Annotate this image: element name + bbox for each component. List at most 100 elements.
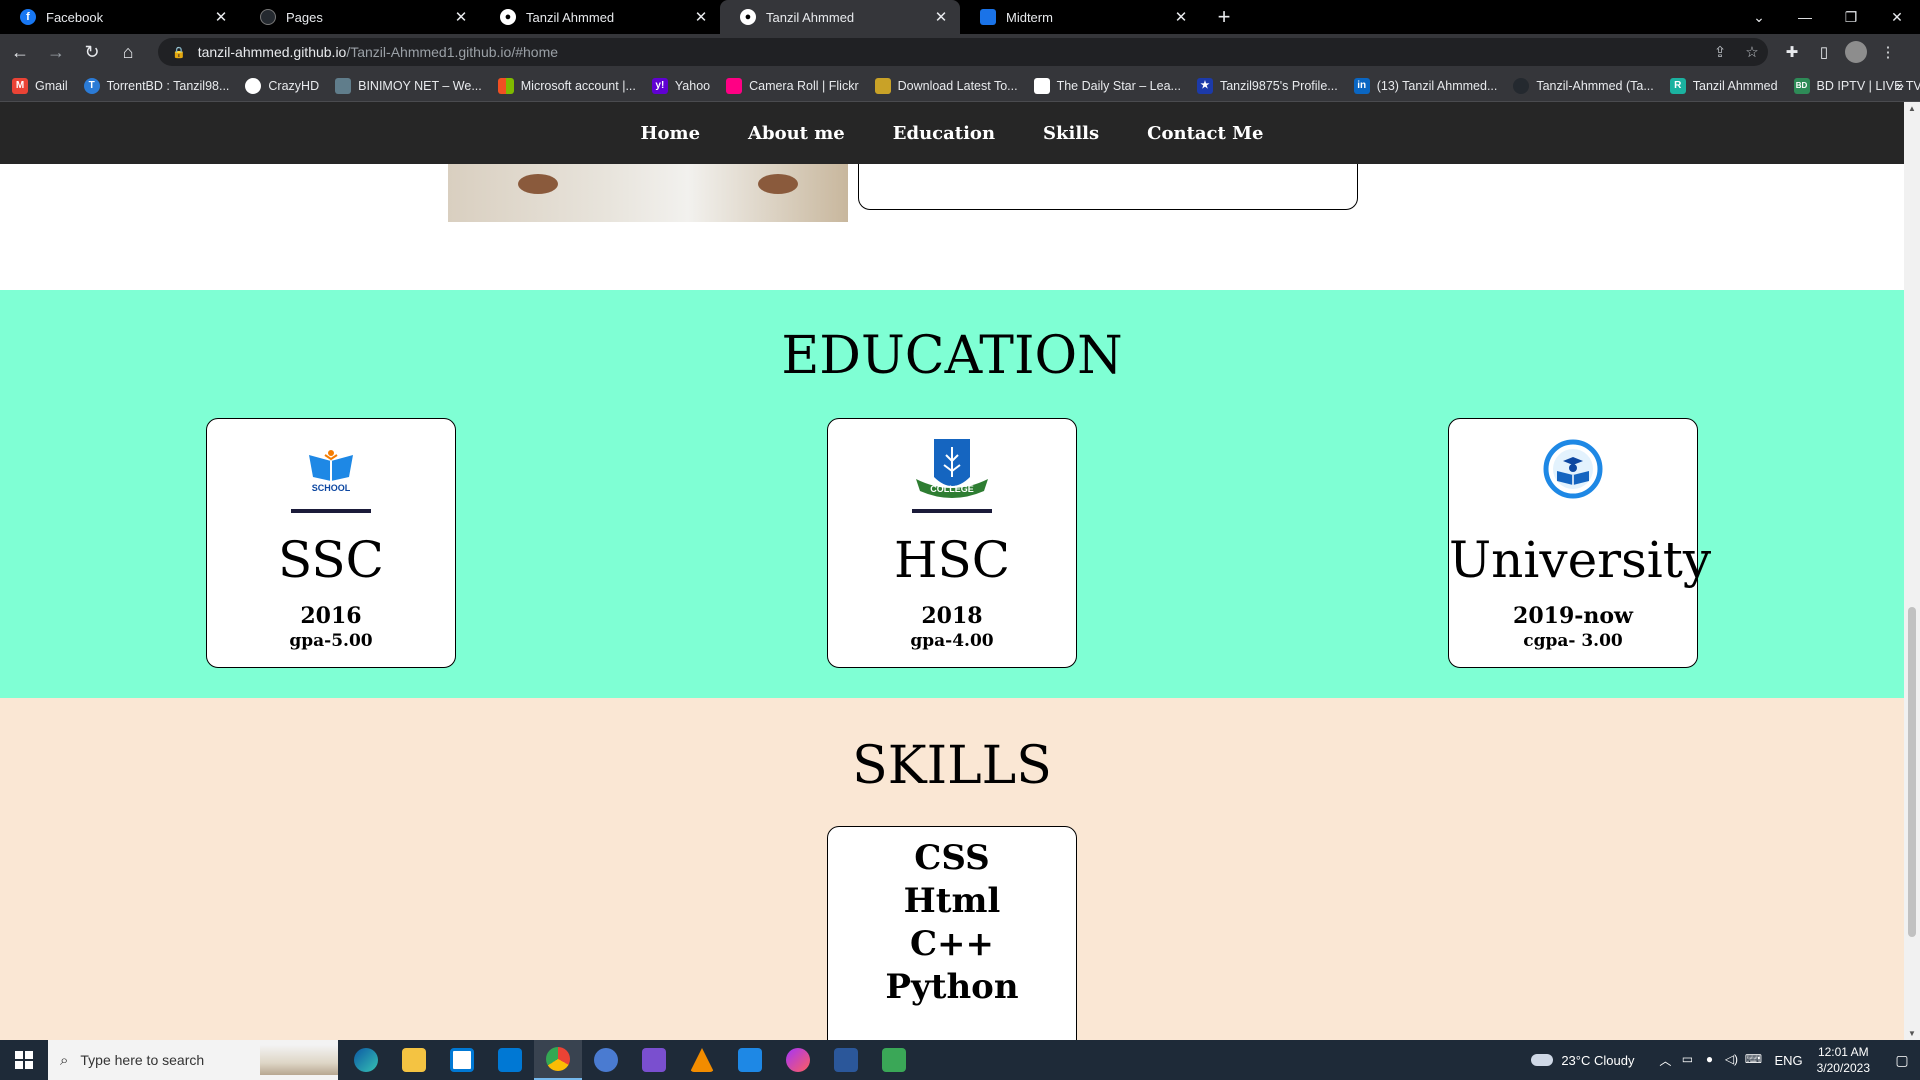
bookmark-star-icon[interactable]: ☆: [1736, 43, 1768, 61]
word-app-icon[interactable]: [822, 1040, 870, 1080]
nav-contact-me[interactable]: Contact Me: [1147, 123, 1263, 144]
bookmark-profile[interactable]: ★ Tanzil9875's Profile...: [1196, 77, 1338, 94]
bookmark-daily-star[interactable]: The Daily Star – Lea...: [1033, 77, 1181, 94]
page-scrollbar[interactable]: ▲ ▼: [1904, 102, 1920, 1040]
home-icon[interactable]: ⌂: [112, 36, 144, 68]
tab-tanzil-ahmmed-1[interactable]: ● Tanzil Ahmmed ✕: [480, 0, 720, 34]
mail-app-icon[interactable]: [486, 1040, 534, 1080]
taskbar-search[interactable]: ⌕ Type here to search: [48, 1040, 338, 1080]
tab-strip: f Facebook ✕ Pages ✕ ● Tanzil Ahmmed ✕ ●…: [0, 0, 1920, 34]
facebook-icon: f: [20, 9, 36, 25]
menu-icon[interactable]: ⋮: [1872, 36, 1904, 68]
bookmark-torrentbd[interactable]: T TorrentBD : Tanzil98...: [83, 77, 230, 94]
screen-app-icon[interactable]: [726, 1040, 774, 1080]
svg-text:COLLEGE: COLLEGE: [930, 484, 974, 494]
bookmark-download[interactable]: Download Latest To...: [874, 77, 1018, 94]
bookmark-gmail[interactable]: M Gmail: [12, 77, 68, 94]
bookmark-flickr[interactable]: Camera Roll | Flickr: [726, 77, 859, 94]
skills-section: SKILLS CSS Html C++ Python: [0, 698, 1904, 1040]
notification-icon[interactable]: ▢: [1884, 1052, 1920, 1069]
network-icon[interactable]: ▭: [1676, 1052, 1698, 1069]
clock[interactable]: 12:01 AM 3/20/2023: [1817, 1044, 1870, 1076]
back-icon[interactable]: ←: [4, 36, 36, 68]
scroll-up-icon[interactable]: ▲: [1904, 104, 1920, 113]
tab-midterm[interactable]: Midterm ✕: [960, 0, 1200, 34]
viewer-app-icon[interactable]: [870, 1040, 918, 1080]
scroll-down-icon[interactable]: ▼: [1904, 1029, 1920, 1038]
skills-card: CSS Html C++ Python: [827, 826, 1077, 1040]
visual-studio-app-icon[interactable]: [630, 1040, 678, 1080]
github-icon: [260, 9, 276, 25]
start-button[interactable]: [0, 1040, 48, 1080]
linkedin-icon: in: [1353, 77, 1370, 94]
edge-app-icon[interactable]: [342, 1040, 390, 1080]
volume-icon[interactable]: ◁): [1720, 1052, 1742, 1069]
school-logo-icon: SCHOOL: [207, 429, 455, 509]
language-indicator[interactable]: ENG: [1774, 1053, 1802, 1068]
bookmark-label: TorrentBD : Tanzil98...: [106, 78, 230, 93]
bookmark-label: Download Latest To...: [897, 78, 1018, 93]
store-app-icon[interactable]: [438, 1040, 486, 1080]
close-window-button[interactable]: ✕: [1874, 0, 1920, 34]
tab-title: Facebook: [46, 9, 104, 25]
tab-search-icon[interactable]: ⌄: [1736, 0, 1782, 34]
education-level: University: [1449, 531, 1712, 589]
minimize-button[interactable]: —: [1782, 0, 1828, 34]
share-icon[interactable]: ⇪: [1704, 43, 1736, 61]
tab-tanzil-ahmmed-active[interactable]: ● Tanzil Ahmmed ✕: [720, 0, 960, 34]
microphone-icon[interactable]: ●: [1698, 1052, 1720, 1069]
messenger-app-icon[interactable]: [774, 1040, 822, 1080]
keyboard-icon[interactable]: ⌨: [1742, 1052, 1764, 1069]
qbittorrent-app-icon[interactable]: [582, 1040, 630, 1080]
forward-icon[interactable]: →: [40, 36, 72, 68]
side-panel-icon[interactable]: ▯: [1808, 36, 1840, 68]
extensions-icon[interactable]: ✚: [1776, 36, 1808, 68]
chevron-up-icon[interactable]: ︿: [1654, 1052, 1676, 1069]
close-tab-icon[interactable]: ✕: [452, 8, 470, 26]
tab-pages[interactable]: Pages ✕: [240, 0, 480, 34]
bookmark-label: Yahoo: [674, 78, 711, 93]
windows-taskbar: ⌕ Type here to search 23°C Cloudy ︿ ▭ ● …: [0, 1040, 1920, 1080]
url-path: /Tanzil-Ahmmed1.github.io/#home: [346, 44, 559, 60]
bookmark-crazyhd[interactable]: CrazyHD: [245, 77, 320, 94]
education-year: 2019-now: [1513, 603, 1633, 629]
photo-detail: [758, 174, 798, 194]
skills-title: SKILLS: [852, 736, 1052, 796]
bookmark-microsoft[interactable]: Microsoft account |...: [497, 77, 636, 94]
bookmark-github[interactable]: Tanzil-Ahmmed (Ta...: [1513, 77, 1654, 94]
nav-education[interactable]: Education: [893, 123, 995, 144]
new-tab-button[interactable]: +: [1206, 0, 1242, 34]
education-year: 2016: [300, 603, 362, 629]
reload-icon[interactable]: ↻: [76, 36, 108, 68]
bookmark-binimoy[interactable]: BINIMOY NET – We...: [335, 77, 482, 94]
restore-button[interactable]: ❐: [1828, 0, 1874, 34]
profile-avatar[interactable]: [1845, 41, 1867, 63]
chrome-app-icon[interactable]: [534, 1040, 582, 1080]
bookmark-label: CrazyHD: [268, 78, 320, 93]
education-gpa: cgpa- 3.00: [1523, 631, 1623, 651]
researchgate-icon: R: [1669, 77, 1686, 94]
nav-about-me[interactable]: About me: [748, 123, 845, 144]
address-bar[interactable]: 🔒 tanzil-ahmmed.github.io /Tanzil-Ahmmed…: [158, 38, 1768, 66]
college-logo-icon: COLLEGE: [828, 429, 1076, 509]
microsoft-icon: [497, 77, 514, 94]
weather-text: 23°C Cloudy: [1561, 1052, 1635, 1068]
flickr-icon: [726, 77, 743, 94]
close-tab-icon[interactable]: ✕: [932, 8, 950, 26]
bookmark-linkedin[interactable]: in (13) Tanzil Ahmmed...: [1353, 77, 1497, 94]
bookmark-yahoo[interactable]: y! Yahoo: [651, 77, 711, 94]
file-explorer-app-icon[interactable]: [390, 1040, 438, 1080]
scrollbar-thumb[interactable]: [1908, 607, 1916, 937]
close-tab-icon[interactable]: ✕: [1172, 8, 1190, 26]
nav-home[interactable]: Home: [641, 123, 701, 144]
more-bookmarks-icon[interactable]: »: [1896, 77, 1904, 93]
close-tab-icon[interactable]: ✕: [212, 8, 230, 26]
search-placeholder: Type here to search: [80, 1052, 205, 1068]
close-tab-icon[interactable]: ✕: [692, 8, 710, 26]
weather-widget[interactable]: 23°C Cloudy: [1531, 1053, 1634, 1068]
nav-skills[interactable]: Skills: [1043, 123, 1099, 144]
vlc-app-icon[interactable]: [678, 1040, 726, 1080]
education-gpa: gpa-5.00: [289, 631, 373, 651]
tab-facebook[interactable]: f Facebook ✕: [0, 0, 240, 34]
bookmark-researchgate[interactable]: R Tanzil Ahmmed: [1669, 77, 1778, 94]
